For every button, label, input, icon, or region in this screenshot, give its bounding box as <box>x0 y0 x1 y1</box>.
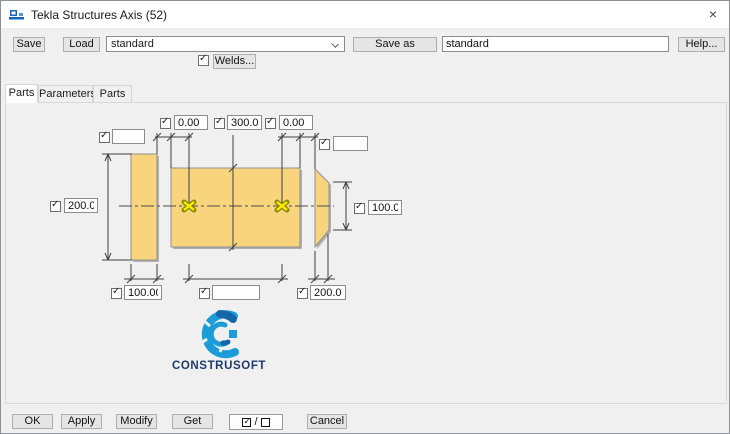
bottom-left-field[interactable] <box>124 285 162 300</box>
check-icon: ✓ <box>320 137 329 148</box>
tab-parts-2[interactable]: Parts <box>93 85 132 103</box>
check-icon: ✓ <box>100 130 109 141</box>
right-height-field[interactable] <box>368 200 402 215</box>
bottom-left-checkbox[interactable]: ✓ <box>111 286 122 299</box>
check-icon: ✓ <box>200 286 209 297</box>
dialog-window: Tekla Structures Axis (52) × Save Load s… <box>0 0 730 434</box>
length-field[interactable] <box>227 115 262 130</box>
bottom-mid-field[interactable] <box>212 285 260 300</box>
save-button[interactable]: Save <box>13 37 45 52</box>
check-icon: ✓ <box>112 286 121 297</box>
check-icon: ✓ <box>215 116 224 127</box>
check-icon: ✓ <box>355 201 364 212</box>
toggle-separator: / <box>254 416 258 428</box>
check-icon: ✓ <box>51 199 60 210</box>
check-icon: ✓ <box>199 53 208 64</box>
help-button[interactable]: Help... <box>678 37 725 52</box>
modify-button[interactable]: Modify <box>116 414 157 429</box>
toggle-fields-on-off-button[interactable]: ✓ / <box>229 414 283 430</box>
save-as-button[interactable]: Save as <box>353 37 437 52</box>
top-right-checkbox[interactable]: ✓ <box>319 137 330 150</box>
apply-button[interactable]: Apply <box>61 414 102 429</box>
left-height-field[interactable] <box>64 198 98 213</box>
welds-button[interactable]: Welds... <box>213 54 256 69</box>
ok-button[interactable]: OK <box>12 414 53 429</box>
save-as-input[interactable] <box>442 36 669 52</box>
welds-checkbox[interactable]: ✓ <box>198 53 209 66</box>
close-icon[interactable]: × <box>697 1 729 29</box>
chevron-down-icon <box>331 40 339 48</box>
cancel-button[interactable]: Cancel <box>307 414 347 429</box>
check-icon: ✓ <box>161 116 170 127</box>
top-left-field[interactable] <box>112 129 145 144</box>
top-left-checkbox[interactable]: ✓ <box>99 130 110 143</box>
axis-point-marker-2 <box>274 199 290 213</box>
tekla-app-icon <box>9 10 24 20</box>
profile-dropdown[interactable]: standard <box>106 36 345 52</box>
offset-left-field[interactable] <box>174 115 208 130</box>
profile-dropdown-value: standard <box>111 38 154 50</box>
offset-right-field[interactable] <box>279 115 313 130</box>
bottom-right-field[interactable] <box>310 285 346 300</box>
tab-parameters[interactable]: Parameters <box>38 85 96 103</box>
window-title: Tekla Structures Axis (52) <box>31 8 168 22</box>
end-plate-part <box>130 153 158 261</box>
check-icon: ✓ <box>298 286 307 297</box>
top-right-field[interactable] <box>333 136 368 151</box>
bottom-right-checkbox[interactable]: ✓ <box>297 286 308 299</box>
title-bar: Tekla Structures Axis (52) × <box>1 1 729 29</box>
construsoft-brand-text: CONSTRUSOFT <box>171 360 267 372</box>
offset-right-checkbox[interactable]: ✓ <box>265 116 276 129</box>
load-button[interactable]: Load <box>63 37 100 52</box>
tab-parts-1[interactable]: Parts <box>5 84 38 103</box>
construsoft-logo-icon <box>199 310 239 359</box>
get-button[interactable]: Get <box>172 414 213 429</box>
right-height-checkbox[interactable]: ✓ <box>354 201 365 214</box>
bottom-mid-checkbox[interactable]: ✓ <box>199 286 210 299</box>
parts-tab-panel: ✓ ✓ ✓ ✓ ✓ ✓ ✓ ✓ ✓ ✓ CONSTRUSOFT <box>5 102 727 404</box>
checked-box-icon: ✓ <box>242 415 252 427</box>
check-icon: ✓ <box>266 116 275 127</box>
left-height-checkbox[interactable]: ✓ <box>50 199 61 212</box>
offset-left-checkbox[interactable]: ✓ <box>160 116 171 129</box>
unchecked-box-icon <box>260 417 270 427</box>
length-checkbox[interactable]: ✓ <box>214 116 225 129</box>
axis-point-marker-1 <box>181 199 197 213</box>
